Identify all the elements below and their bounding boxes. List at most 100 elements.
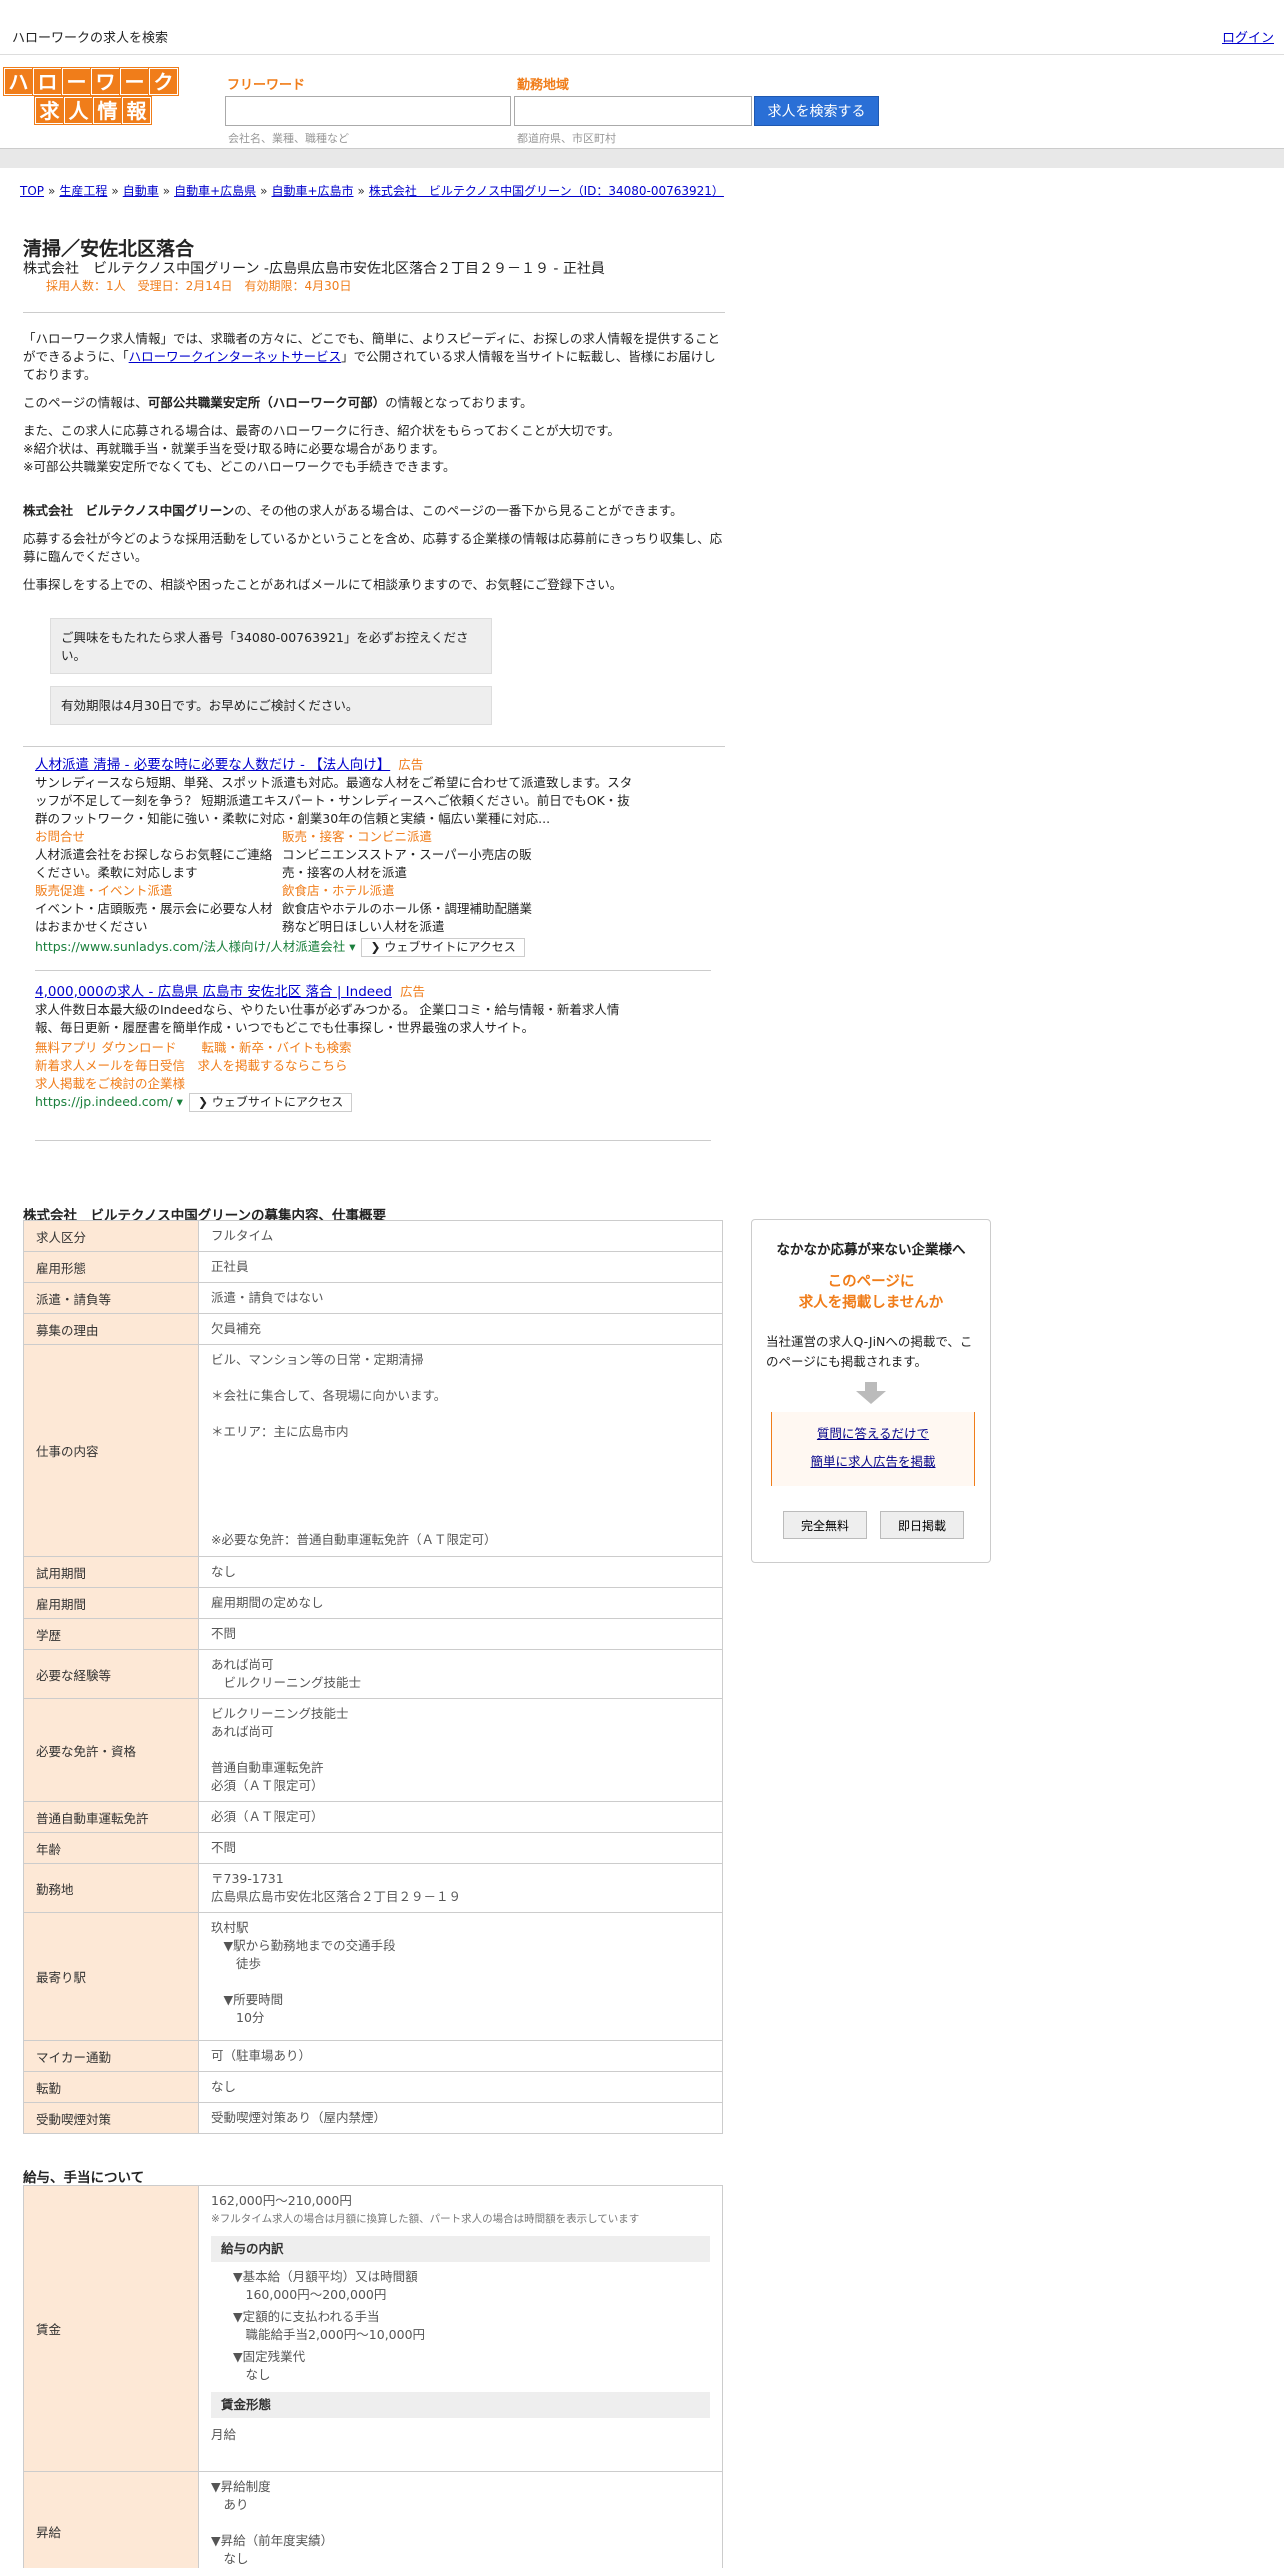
- page-title: 清掃／安佐北区落合: [23, 238, 195, 260]
- table-row: 派遣・請負等 派遣・請負ではない: [23, 1282, 723, 1314]
- divider: [35, 1140, 711, 1141]
- ad-sitelink[interactable]: 販売・接客・コンビニ派遣 コンビニエンスストア・スーパー小売店の販売・接客の人材を…: [282, 828, 532, 882]
- row-label: 求人区分: [23, 1220, 199, 1252]
- hellowork-logo[interactable]: ハローワーク 求人情報: [3, 67, 182, 126]
- row-value: なし: [198, 1556, 723, 1588]
- row-value: 玖村駅 ▼駅から勤務地までの交通手段 徒歩 ▼所要時間 10分: [198, 1912, 723, 2041]
- ad-sitelink[interactable]: お問合せ 人材派遣会社をお探しならお気軽にご連絡ください。柔軟に対応します: [35, 828, 282, 882]
- job-details-table: 求人区分 フルタイム 雇用形態 正社員 派遣・請負等 派遣・請負ではない 募集の理由 欠員補充…: [23, 1220, 723, 2134]
- row-label: 必要な免許・資格: [23, 1698, 199, 1802]
- logo-char: ワ: [90, 67, 121, 96]
- breadcrumb-automobile[interactable]: 自動車: [123, 184, 159, 198]
- notice-box: 有効期限は4月30日です。お早めにご検討ください。: [50, 686, 492, 725]
- ad-title-link[interactable]: 4,000,000の求人 - 広島県 広島市 安佐北区 落合 | Indeed: [35, 984, 392, 1000]
- row-value: 派遣・請負ではない: [198, 1282, 723, 1314]
- sidebar-text: 当社運営の求人Q-JiNへの掲載で、このページにも掲載されます。: [766, 1334, 973, 1369]
- visit-website-button[interactable]: ❯ ウェブサイトにアクセス: [361, 938, 525, 957]
- intro-paragraph: 株式会社 ビルテクノス中国グリーンの、その他の求人がある場合は、このページの一番…: [23, 503, 683, 518]
- logo-char: ロ: [32, 67, 63, 96]
- notice-box: ご興味をもたれたら求人番号「34080-00763921」を必ずお控えください。: [50, 618, 492, 674]
- ad-description: 求人件数日本最大級のIndeedなら、やりたい仕事が必ずみつかる。 企業口コミ・…: [35, 1002, 620, 1035]
- same-day-button[interactable]: 即日掲載: [880, 1511, 964, 1539]
- row-value: 162,000円〜210,000円 ※フルタイム求人の場合は月額に換算した額、パ…: [198, 2185, 723, 2472]
- salary-table: 賃金 162,000円〜210,000円 ※フルタイム求人の場合は月額に換算した…: [23, 2185, 723, 2568]
- row-label: 募集の理由: [23, 1313, 199, 1345]
- table-row: 学歴 不問: [23, 1618, 723, 1650]
- row-value: 不問: [198, 1618, 723, 1650]
- sidebar-heading: なかなか応募が来ない企業様へ: [776, 1242, 966, 1258]
- breadcrumb-auto-hiroshima[interactable]: 自動車+広島県: [174, 184, 256, 198]
- table-row: 求人区分 フルタイム: [23, 1220, 723, 1252]
- row-value: 必須（ＡＴ限定可）: [198, 1801, 723, 1833]
- visit-website-button[interactable]: ❯ ウェブサイトにアクセス: [188, 1093, 353, 1112]
- row-label: 学歴: [23, 1618, 199, 1650]
- ad-title-link[interactable]: 人材派遣 清掃 - 必要な時に必要な人数だけ - 【法人向け】: [35, 757, 390, 773]
- ad-tag: 広告: [398, 757, 424, 772]
- table-row: 試用期間 なし: [23, 1556, 723, 1588]
- breadcrumb-auto-hiroshima-city[interactable]: 自動車+広島市: [271, 184, 353, 198]
- divider: [23, 312, 725, 313]
- ad-block: 人材派遣 清掃 - 必要な時に必要な人数だけ - 【法人向け】 広告 サンレディー…: [35, 756, 711, 957]
- table-row: 賃金 162,000円〜210,000円 ※フルタイム求人の場合は月額に換算した…: [23, 2185, 723, 2472]
- ad-block: 4,000,000の求人 - 広島県 広島市 安佐北区 落合 | Indeed 広…: [35, 983, 711, 1112]
- free-button[interactable]: 完全無料: [783, 1511, 867, 1539]
- ad-sitelinks[interactable]: 無料アプリ ダウンロード 転職・新卒・バイトも検索: [35, 1039, 711, 1057]
- row-label: 雇用期間: [23, 1587, 199, 1619]
- ad-sitelinks[interactable]: 新着求人メールを毎日受信 求人を掲載するならこちら: [35, 1057, 711, 1075]
- row-label: 昇給: [23, 2471, 199, 2568]
- row-value: ▼昇給制度 あり ▼昇給（前年度実績） なし: [198, 2471, 723, 2568]
- search-button[interactable]: 求人を検索する: [754, 96, 879, 126]
- intro-paragraph: また、この求人に応募される場合は、最寄のハローワークに行き、紹介状をもらっておく…: [23, 423, 620, 474]
- answer-questions-link[interactable]: 質問に答えるだけで: [817, 1426, 929, 1441]
- table-row: 雇用期間 雇用期間の定めなし: [23, 1587, 723, 1619]
- row-value: 欠員補充: [198, 1313, 723, 1345]
- table-row: 仕事の内容 ビル、マンション等の日常・定期清掃 ＊会社に集合して、各現場に向かいま…: [23, 1344, 723, 1557]
- table-row: 年齢 不問: [23, 1832, 723, 1864]
- row-value: あれば尚可 ビルクリーニング技能士: [198, 1649, 723, 1699]
- post-job-ad-link[interactable]: 簡単に求人広告を掲載: [810, 1454, 935, 1469]
- top-bar: ハローワークの求人を検索 ログイン: [0, 0, 1284, 55]
- sidebar-links: 質問に答えるだけで 簡単に求人広告を掲載: [771, 1412, 975, 1486]
- area-label: 勤務地域: [517, 78, 570, 93]
- row-value: 〒739-1731 広島県広島市安佐北区落合２丁目２９－１９: [198, 1863, 723, 1913]
- logo-char: 求: [34, 96, 65, 125]
- breadcrumb-production[interactable]: 生産工程: [59, 184, 107, 198]
- row-value: ビルクリーニング技能士 あれば尚可 普通自動車運転免許 必須（ＡＴ限定可）: [198, 1698, 723, 1802]
- area-input[interactable]: [514, 96, 752, 126]
- row-label: 必要な経験等: [23, 1649, 199, 1699]
- down-arrow-icon: [856, 1382, 886, 1404]
- row-label: 最寄り駅: [23, 1912, 199, 2041]
- ad-sitelinks[interactable]: 求人掲載をご検討の企業様: [35, 1075, 711, 1093]
- table-row: 受動喫煙対策 受動喫煙対策あり（屋内禁煙）: [23, 2102, 723, 2134]
- table-row: 雇用形態 正社員: [23, 1251, 723, 1283]
- row-label: 仕事の内容: [23, 1344, 199, 1557]
- breadcrumb-company[interactable]: 株式会社 ビルテクノス中国グリーン（ID：34080-00763921）: [369, 184, 724, 198]
- row-value: なし: [198, 2071, 723, 2103]
- hellowork-internet-link[interactable]: ハローワークインターネットサービス: [129, 349, 342, 364]
- table-row: 必要な免許・資格 ビルクリーニング技能士 あれば尚可 普通自動車運転免許 必須（Ａ…: [23, 1698, 723, 1802]
- table-row: 普通自動車運転免許 必須（ＡＴ限定可）: [23, 1801, 723, 1833]
- ad-sitelink[interactable]: 飲食店・ホテル派遣 飲食店やホテルのホール係・調理補助配膳業務など明日ほしい人材を…: [282, 882, 532, 936]
- row-value: ビル、マンション等の日常・定期清掃 ＊会社に集合して、各現場に向かいます。 ＊エ…: [198, 1344, 723, 1557]
- sidebar-subheading: このページに 求人を掲載しませんか: [798, 1274, 944, 1311]
- freeword-input[interactable]: [225, 96, 511, 126]
- ad-sitelink[interactable]: 販売促進・イベント派遣 イベント・店頭販売・展示会に必要な人材はおまかせください: [35, 882, 282, 936]
- row-value: 可（駐車場あり）: [198, 2040, 723, 2072]
- divider: [35, 970, 711, 971]
- logo-char: 人: [63, 96, 94, 125]
- logo-char: 報: [121, 96, 152, 125]
- divider: [23, 746, 725, 747]
- row-label: 賃金: [23, 2185, 199, 2472]
- site-title: ハローワークの求人を検索: [12, 31, 169, 46]
- ad-url[interactable]: https://jp.indeed.com/ ▾: [35, 1094, 183, 1109]
- freeword-hint: 会社名、業種、職種など: [228, 132, 349, 145]
- logo-char: ー: [119, 67, 150, 96]
- area-hint: 都道府県、市区町村: [517, 132, 616, 145]
- ad-url[interactable]: https://www.sunladys.com/法人様向け/人材派遣会社 ▾: [35, 939, 355, 954]
- intro-paragraph: 「ハローワーク求人情報」では、求職者の方々に、どこでも、簡単に、よりスピーディに…: [23, 331, 721, 382]
- table-row: 昇給 ▼昇給制度 あり ▼昇給（前年度実績） なし: [23, 2471, 723, 2568]
- header: ハローワーク 求人情報 フリーワード 勤務地域 会社名、業種、職種など 都道府県…: [0, 56, 1284, 148]
- row-value: 正社員: [198, 1251, 723, 1283]
- login-link[interactable]: ログイン: [1222, 27, 1274, 46]
- breadcrumb-top[interactable]: TOP: [20, 184, 44, 198]
